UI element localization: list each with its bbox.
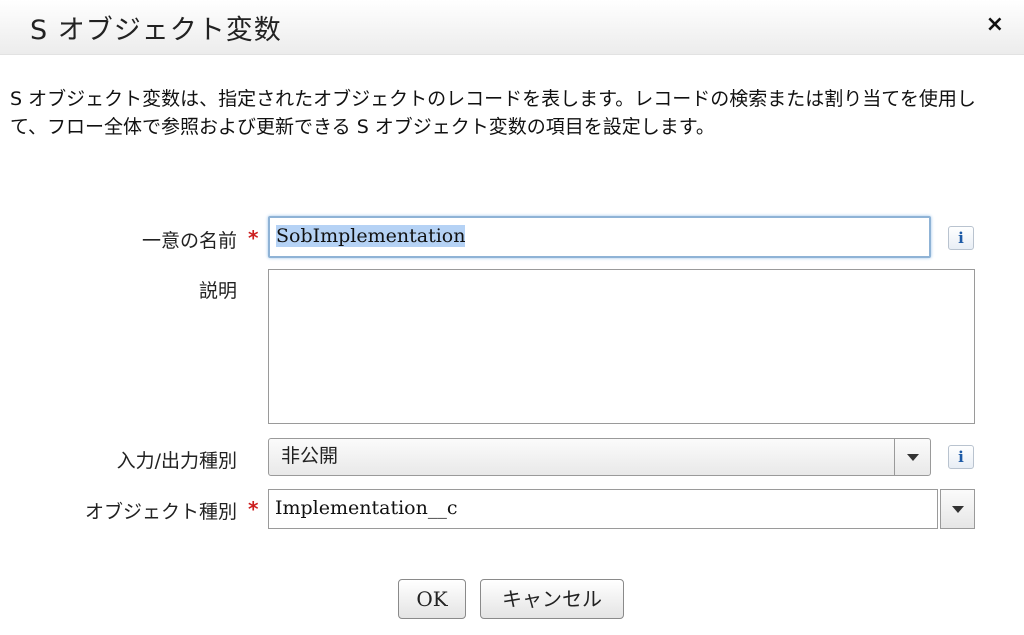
object-type-label: オブジェクト種別 [84, 501, 237, 523]
unique-name-value: SobImplementation [276, 225, 466, 247]
info-icon[interactable]: i [948, 445, 974, 469]
cancel-button[interactable]: キャンセル [480, 579, 624, 619]
ok-button[interactable]: OK [398, 579, 466, 619]
info-icon[interactable]: i [948, 226, 974, 250]
unique-name-input[interactable]: SobImplementation [268, 216, 931, 258]
dialog-title: S オブジェクト変数 [30, 15, 282, 46]
description-label: 説明 [198, 280, 237, 302]
chevron-down-icon[interactable] [894, 439, 930, 475]
io-type-value: 非公開 [281, 445, 339, 467]
dialog-description: S オブジェクト変数は、指定されたオブジェクトのレコードを表します。レコードの検… [10, 88, 976, 138]
io-type-label: 入力/出力種別 [116, 450, 237, 472]
dialog-header: S オブジェクト変数 × [0, 0, 1024, 55]
required-icon: * [248, 226, 259, 250]
chevron-down-icon [951, 505, 964, 513]
description-textarea[interactable] [268, 269, 975, 424]
required-icon: * [248, 497, 259, 521]
object-type-input[interactable]: Implementation__c [268, 489, 938, 529]
close-icon[interactable]: × [986, 12, 1004, 37]
object-type-dropdown-button[interactable] [940, 489, 975, 529]
io-type-select[interactable]: 非公開 [268, 438, 931, 476]
unique-name-label: 一意の名前 [141, 230, 237, 252]
